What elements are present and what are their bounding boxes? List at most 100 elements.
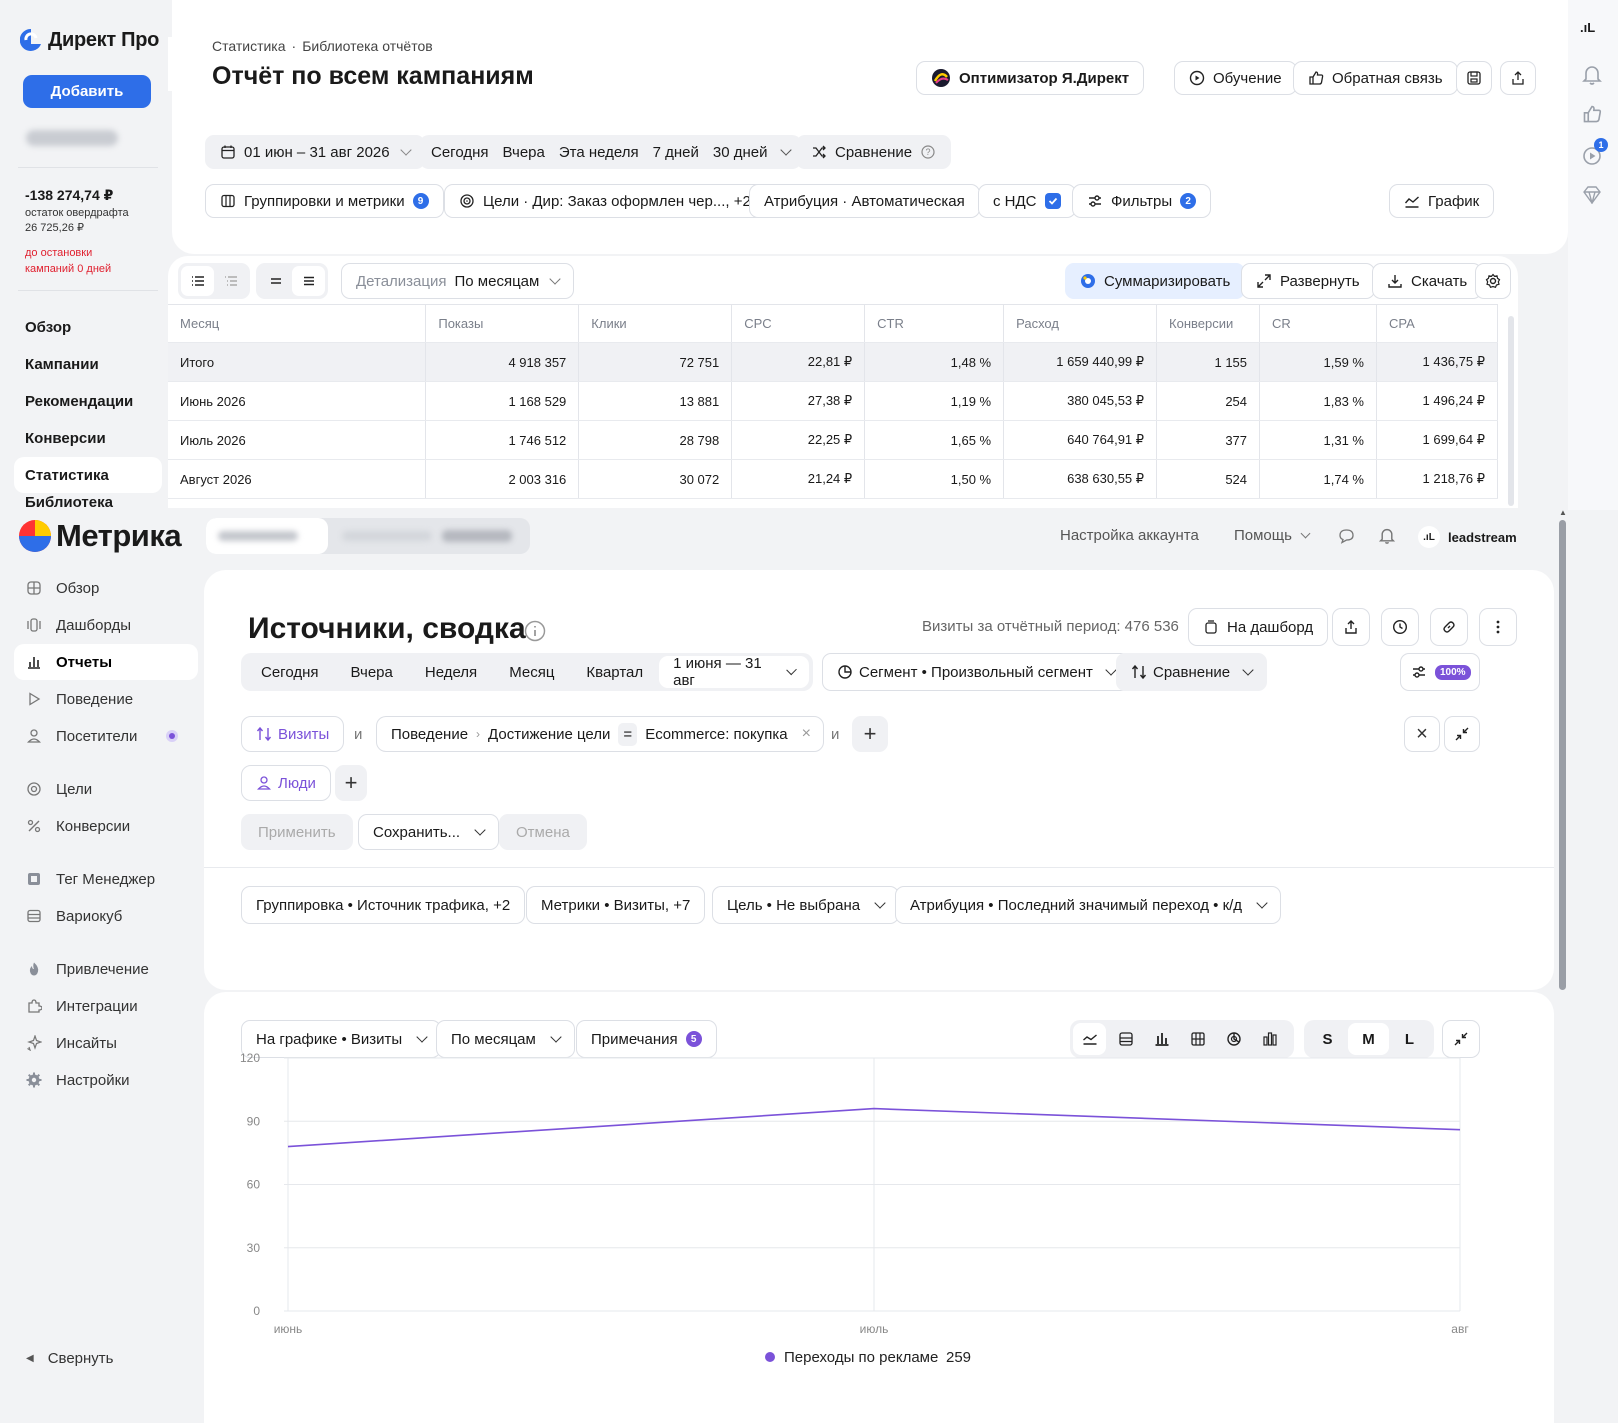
col-ctr[interactable]: CTR — [864, 304, 1005, 343]
summarize-button[interactable]: Суммаризировать — [1065, 263, 1246, 299]
cancel-button[interactable]: Отмена — [499, 814, 587, 850]
thumbs-up-icon[interactable] — [1582, 104, 1602, 124]
close-icon[interactable]: × — [802, 725, 811, 743]
filter-people-chip[interactable]: Люди — [241, 765, 331, 801]
breadcrumb-statistics[interactable]: Статистика — [212, 38, 286, 54]
vat-toggle[interactable]: с НДС — [978, 184, 1076, 218]
add-button[interactable]: Добавить — [23, 75, 151, 108]
period-today[interactable]: Сегодня — [245, 664, 335, 681]
detail-select[interactable]: Детализация По месяцам — [341, 263, 575, 299]
col-impressions[interactable]: Показы — [425, 304, 580, 343]
metrika-nav-dashboards[interactable]: Дашборды — [14, 607, 198, 643]
optimizer-button[interactable]: Оптимизатор Я.Директ — [916, 61, 1145, 95]
table-row[interactable]: Июнь 2026 1 168 529 13 881 27,38 ₽1,19 % 380… — [168, 381, 1499, 421]
metrika-nav-insights[interactable]: Инсайты — [14, 1025, 198, 1061]
date-range-picker[interactable]: 01 июн – 31 авг 2026 — [205, 135, 425, 169]
metrika-nav-overview[interactable]: Обзор — [14, 570, 198, 606]
density-compact-icon[interactable] — [259, 266, 292, 296]
table-row[interactable]: Август 2026 2 003 316 30 072 21,24 ₽1,50 % 6… — [168, 459, 1499, 499]
checkbox-checked-icon[interactable] — [1044, 193, 1061, 209]
stats-icon[interactable]: .ıL — [1580, 20, 1595, 35]
filter-visits-chip[interactable]: Визиты — [241, 716, 345, 752]
period-7-days[interactable]: 7 дней — [653, 144, 699, 161]
bell-icon[interactable] — [1582, 64, 1602, 86]
collapse-sidebar-button[interactable]: ◀ Свернуть — [14, 1340, 198, 1376]
goal-button[interactable]: Цель • Не выбрана — [712, 886, 900, 924]
table-row[interactable]: Июль 2026 1 746 512 28 798 22,25 ₽1,65 % 640… — [168, 420, 1499, 460]
period-yesterday[interactable]: Вчера — [335, 664, 409, 681]
export-button[interactable] — [1332, 608, 1370, 646]
scrollbar-thumb[interactable] — [1559, 520, 1566, 990]
metrika-nav-integrations[interactable]: Интеграции — [14, 988, 198, 1024]
help-menu[interactable]: Помощь — [1234, 527, 1311, 544]
goals-button[interactable]: Цели · Дир: Заказ оформлен чер..., +2 — [444, 184, 766, 218]
add-filter-button[interactable]: + — [852, 716, 888, 752]
period-yesterday[interactable]: Вчера — [503, 144, 545, 161]
metrika-nav-visitors[interactable]: Посетители — [14, 718, 198, 754]
nav-conversions[interactable]: Конверсии — [14, 420, 162, 456]
period-week[interactable]: Неделя — [409, 664, 493, 681]
nav-library[interactable]: Библиотека — [14, 494, 162, 510]
col-conversions[interactable]: Конверсии — [1156, 304, 1261, 343]
legend-marker[interactable] — [765, 1352, 775, 1362]
chat-icon[interactable] — [1338, 528, 1355, 544]
legend-label[interactable]: Переходы по рекламе — [784, 1349, 938, 1366]
help-icon[interactable]: ? — [920, 144, 936, 160]
metrika-nav-reports[interactable]: Отчеты — [14, 644, 198, 680]
table-scrollbar[interactable] — [1508, 316, 1514, 506]
bell-icon[interactable] — [1379, 527, 1395, 545]
nav-campaigns[interactable]: Кампании — [14, 346, 162, 382]
metrika-nav-conversions[interactable]: Конверсии — [14, 808, 198, 844]
period-today[interactable]: Сегодня — [431, 144, 489, 161]
period-this-week[interactable]: Эта неделя — [559, 144, 639, 161]
attribution-button[interactable]: Атрибуция • Последний значимый переход •… — [895, 886, 1282, 924]
period-30-days[interactable]: 30 дней — [713, 144, 768, 161]
segment-button[interactable]: Сегмент • Произвольный сегмент — [822, 653, 1130, 691]
direct-logo[interactable]: Директ Про — [20, 28, 159, 52]
col-cpa[interactable]: CPA — [1376, 304, 1499, 343]
apply-button[interactable]: Применить — [241, 814, 353, 850]
user-menu[interactable]: .ıL leadstream — [1418, 526, 1517, 548]
add-people-filter-button[interactable]: + — [335, 765, 367, 801]
expand-button[interactable]: Развернуть — [1241, 263, 1375, 299]
col-cpc[interactable]: CPC — [731, 304, 866, 343]
compare-button[interactable]: Сравнение ? — [796, 135, 952, 169]
table-settings-button[interactable] — [1475, 263, 1511, 299]
share-button[interactable] — [1500, 61, 1536, 95]
feedback-button[interactable]: Обратная связь — [1293, 61, 1458, 95]
chevron-down-icon[interactable] — [779, 144, 792, 156]
metrika-nav-tag-manager[interactable]: Тег Менеджер — [14, 861, 198, 897]
history-button[interactable] — [1381, 608, 1419, 646]
learning-button[interactable]: Обучение — [1174, 61, 1297, 95]
breadcrumb-library[interactable]: Библиотека отчётов — [302, 38, 432, 54]
period-quarter[interactable]: Квартал — [570, 664, 659, 681]
metrics-button[interactable]: Метрики • Визиты, +7 — [526, 886, 706, 924]
metrika-nav-settings[interactable]: Настройки — [14, 1062, 198, 1098]
metrika-nav-goals[interactable]: Цели — [14, 771, 198, 807]
tree-view-icon[interactable] — [214, 266, 247, 296]
nav-overview[interactable]: Обзор — [14, 309, 162, 345]
groupings-metrics-button[interactable]: Группировки и метрики 9 — [205, 184, 444, 218]
col-cr[interactable]: CR — [1259, 304, 1377, 343]
page-scrollbar[interactable]: ▲ — [1556, 508, 1568, 1423]
save-report-button[interactable] — [1456, 61, 1492, 95]
collapse-filters-button[interactable] — [1444, 716, 1480, 752]
filters-button[interactable]: Фильтры 2 — [1072, 184, 1212, 218]
copy-link-button[interactable] — [1430, 608, 1468, 646]
chart-toggle-button[interactable]: График — [1389, 184, 1495, 218]
clear-filters-button[interactable]: × — [1404, 716, 1440, 752]
date-range-picker[interactable]: 1 июня — 31 авг — [659, 655, 809, 689]
scroll-up-arrow-icon[interactable]: ▲ — [1559, 508, 1567, 517]
info-icon[interactable] — [524, 620, 546, 642]
metrika-compare-button[interactable]: Сравнение — [1116, 653, 1268, 691]
metrika-logo[interactable]: Метрика — [18, 518, 182, 554]
metrika-nav-behavior[interactable]: Поведение — [14, 681, 198, 717]
metrika-nav-variocube[interactable]: Вариокуб — [14, 898, 198, 934]
filter-condition[interactable]: Поведение › Достижение цели = Ecommerce:… — [376, 716, 824, 752]
density-regular-icon[interactable] — [292, 266, 325, 296]
col-spend[interactable]: Расход — [1003, 304, 1158, 343]
filter-operator[interactable]: = — [618, 722, 638, 746]
grouping-button[interactable]: Группировка • Источник трафика, +2 — [241, 886, 526, 924]
metrika-nav-acquisition[interactable]: Привлечение — [14, 951, 198, 987]
nav-recommendations[interactable]: Рекомендации — [14, 383, 162, 419]
